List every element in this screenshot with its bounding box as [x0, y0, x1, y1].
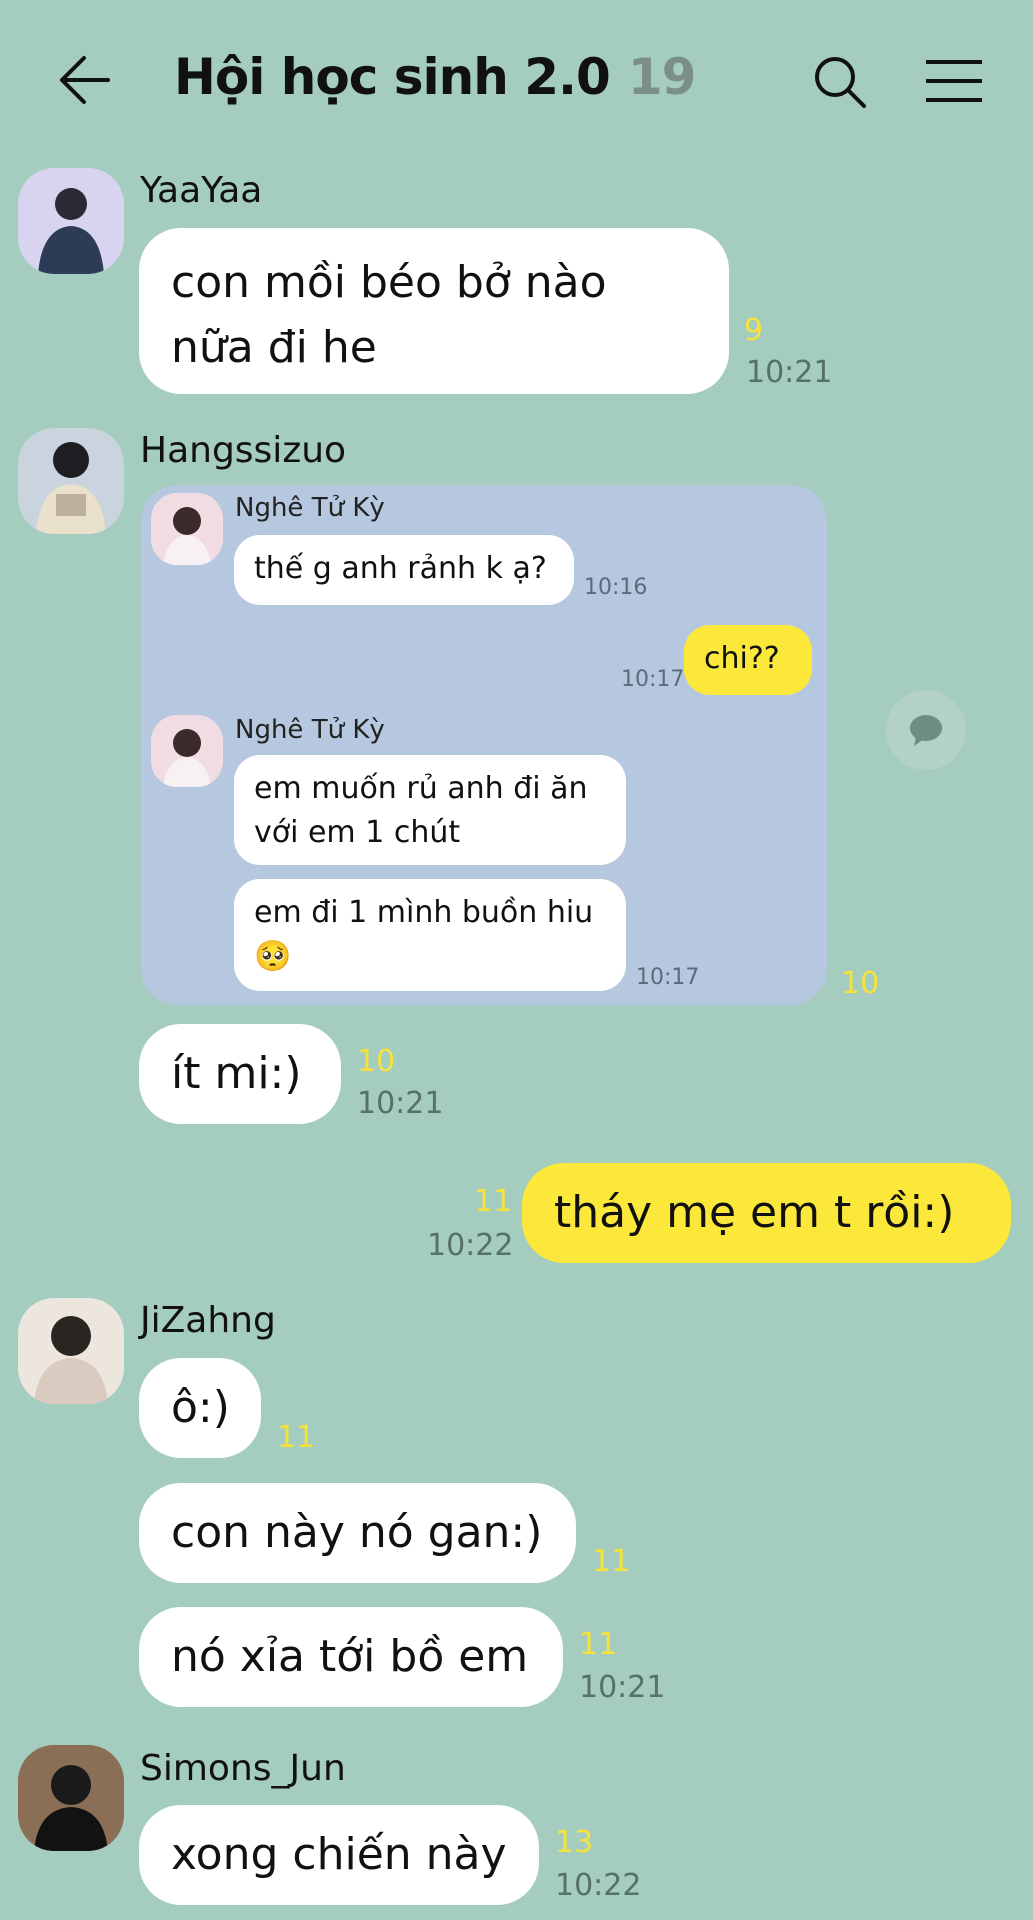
unread-count: 10	[841, 966, 880, 1001]
message-time: 10:21	[579, 1670, 666, 1705]
message-text: ô:)	[171, 1382, 230, 1433]
sender-name: JiZahng	[140, 1300, 276, 1341]
unread-count: 9	[744, 313, 764, 348]
quote-message: em đi 1 mình buồn hiu 🥺	[234, 879, 626, 991]
quoted-conversation[interactable]: Nghê Tử Kỳ thế g anh rảnh k ạ? 10:16 10:…	[141, 485, 827, 1005]
unread-count: 11	[579, 1627, 618, 1662]
message-text: tháy mẹ em t rồi:)	[554, 1187, 955, 1238]
arrow-left-icon[interactable]	[56, 54, 112, 106]
sender-name: Simons_Jun	[140, 1748, 346, 1789]
quote-avatar	[151, 493, 223, 565]
message-text-line: nữa đi he	[171, 322, 377, 373]
message-time: 10:22	[555, 1868, 642, 1903]
speech-bubble-icon	[910, 715, 942, 746]
message-bubble[interactable]: nó xỉa tới bồ em	[139, 1607, 563, 1707]
chat-title: Hội học sinh 2.0 19	[174, 48, 697, 106]
quote-message-text: thế g anh rảnh k ạ?	[254, 551, 547, 586]
quote-message: em muốn rủ anh đi ăn với em 1 chút	[234, 755, 626, 865]
my-message-bubble[interactable]: tháy mẹ em t rồi:)	[522, 1163, 1011, 1263]
unread-count: 10	[357, 1044, 396, 1079]
pleading-face-emoji: 🥺	[254, 939, 292, 974]
message-bubble[interactable]: con mồi béo bở nào nữa đi he	[139, 228, 729, 394]
message-time: 10:21	[357, 1086, 444, 1121]
quote-time: 10:17	[636, 965, 700, 990]
message-text: nó xỉa tới bồ em	[171, 1631, 529, 1682]
message-text: xong chiến này	[171, 1829, 507, 1880]
avatar-hangssizuo[interactable]	[18, 428, 124, 534]
quote-time: 10:16	[584, 575, 648, 600]
quote-message-text: em muốn rủ anh đi ăn	[254, 771, 588, 806]
message-text: con này nó gan:)	[171, 1507, 543, 1558]
avatar-simons-jun[interactable]	[18, 1745, 124, 1851]
message-bubble[interactable]: xong chiến này	[139, 1805, 539, 1905]
message-text: ít mi:)	[171, 1048, 302, 1099]
chat-name: Hội học sinh 2.0	[174, 48, 611, 106]
unread-count: 11	[277, 1420, 316, 1455]
avatar-jizahng[interactable]	[18, 1298, 124, 1404]
avatar-yaayaa[interactable]	[18, 168, 124, 274]
member-count: 19	[627, 48, 697, 106]
search-icon[interactable]	[812, 54, 868, 110]
quote-my-message: chi??	[684, 625, 812, 695]
message-bubble[interactable]: ô:)	[139, 1358, 261, 1458]
quote-message-text: em đi 1 mình buồn hiu	[254, 895, 594, 930]
quote-message: thế g anh rảnh k ạ?	[234, 535, 574, 605]
reply-button[interactable]	[886, 690, 966, 770]
quote-avatar	[151, 715, 223, 787]
sender-name: Hangssizuo	[140, 430, 347, 471]
quote-message-text: với em 1 chút	[254, 815, 461, 850]
unread-count: 11	[592, 1544, 631, 1579]
message-bubble[interactable]: con này nó gan:)	[139, 1483, 576, 1583]
unread-count: 11	[474, 1184, 513, 1219]
message-bubble[interactable]: ít mi:)	[139, 1024, 341, 1124]
quote-sender: Nghê Tử Kỳ	[235, 715, 385, 745]
hamburger-menu-icon[interactable]	[924, 58, 984, 104]
quote-message-text: chi??	[704, 641, 780, 676]
quote-time: 10:17	[621, 667, 685, 692]
message-text-line: con mồi béo bở nào	[171, 257, 607, 308]
quote-sender: Nghê Tử Kỳ	[235, 493, 385, 523]
unread-count: 13	[555, 1825, 594, 1860]
message-time: 10:22	[427, 1228, 514, 1263]
message-time: 10:21	[746, 355, 833, 390]
sender-name: YaaYaa	[140, 170, 263, 211]
